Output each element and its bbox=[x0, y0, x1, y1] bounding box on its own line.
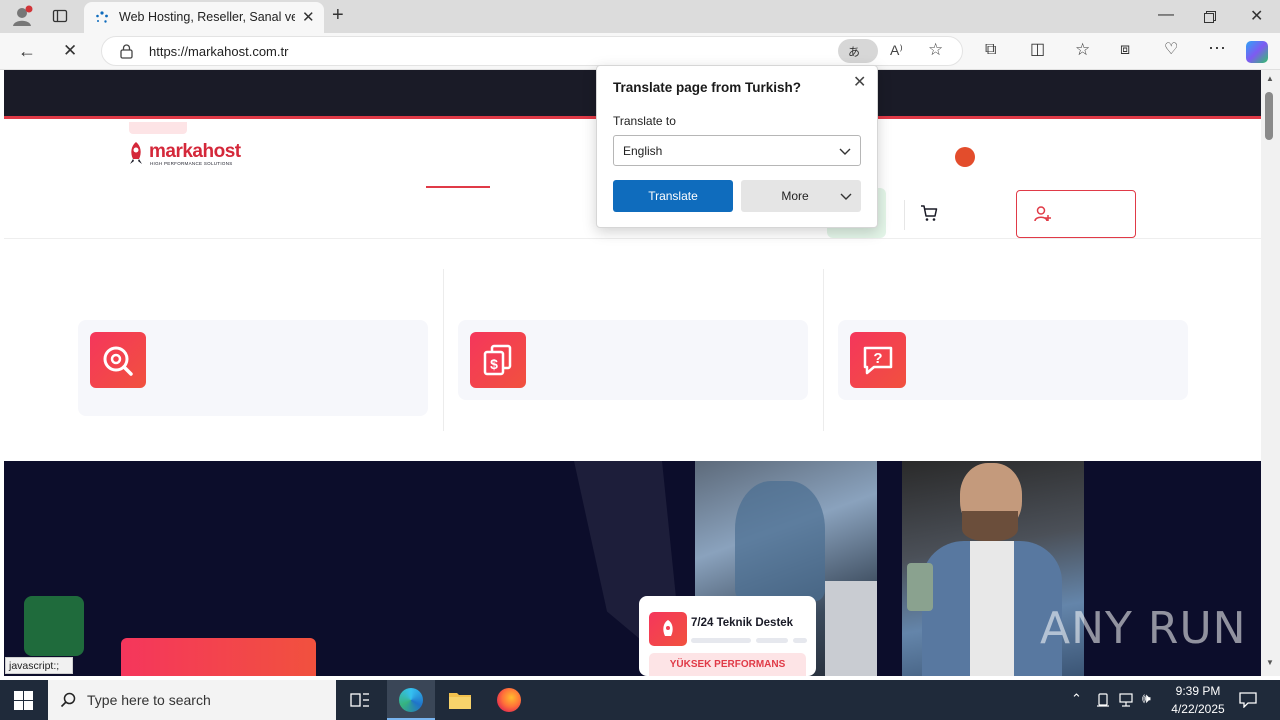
feature-card-pricing[interactable]: $ bbox=[458, 320, 808, 400]
pricing-document-icon: $ bbox=[470, 332, 526, 388]
tab-close-icon[interactable]: ✕ bbox=[302, 8, 315, 26]
stop-loading-icon[interactable]: ✕ bbox=[63, 42, 77, 59]
hero-section: 7/24 Teknik Destek YÜKSEK PERFORMANS ANY… bbox=[4, 461, 1261, 676]
tab-actions-icon[interactable] bbox=[52, 8, 68, 24]
back-icon[interactable]: ← bbox=[18, 42, 36, 60]
translate-to-label: Translate to bbox=[613, 114, 676, 128]
chevron-down-icon bbox=[839, 190, 853, 202]
svg-text:$: $ bbox=[490, 356, 498, 372]
page-scrollbar[interactable]: ▲ ▼ bbox=[1261, 70, 1280, 676]
translate-button[interactable]: Translate bbox=[613, 180, 733, 212]
firefox-icon[interactable] bbox=[497, 688, 521, 712]
search-icon bbox=[60, 692, 76, 708]
cart-icon[interactable] bbox=[920, 204, 938, 222]
notifications-icon[interactable] bbox=[1239, 692, 1257, 709]
clock-date[interactable]: 4/22/2025 bbox=[1166, 702, 1230, 716]
register-button[interactable] bbox=[1016, 190, 1136, 238]
split-screen-icon[interactable]: ◫ bbox=[1030, 42, 1045, 58]
hero-card-title: 7/24 Teknik Destek bbox=[691, 617, 794, 629]
language-select[interactable]: English bbox=[613, 135, 861, 166]
new-tab-icon[interactable]: + bbox=[332, 4, 344, 27]
scroll-thumb[interactable] bbox=[1265, 92, 1273, 140]
tray-device-icon[interactable] bbox=[1096, 693, 1110, 707]
anyrun-watermark: ANY RUN bbox=[1040, 603, 1247, 654]
hero-cta-button[interactable] bbox=[121, 638, 316, 676]
whatsapp-button[interactable] bbox=[24, 596, 84, 656]
site-logo[interactable]: markahost HIGH PERFORMANCE SOLUTIONS bbox=[125, 139, 250, 169]
support-rocket-icon bbox=[649, 612, 687, 646]
feature-card-support[interactable]: ? bbox=[838, 320, 1188, 400]
rocket-logo-icon bbox=[125, 141, 147, 165]
read-aloud-icon[interactable]: A⁾ bbox=[890, 42, 903, 59]
url-text: https://markahost.com.tr bbox=[149, 44, 289, 59]
translate-icon[interactable]: あ bbox=[838, 39, 878, 63]
nav-divider bbox=[904, 200, 905, 230]
hero-support-card: 7/24 Teknik Destek YÜKSEK PERFORMANS bbox=[639, 596, 816, 676]
domain-search-icon bbox=[90, 332, 146, 388]
add-favorite-icon[interactable]: ☆ bbox=[928, 40, 943, 60]
feature-card-domain[interactable] bbox=[78, 320, 428, 416]
clock-time[interactable]: 9:39 PM bbox=[1166, 684, 1230, 698]
logo-name: markahost bbox=[149, 141, 241, 162]
windows-taskbar: Type here to search ⌃ 🕪 9:39 PM 4/22/202… bbox=[0, 680, 1280, 720]
language-flag-icon[interactable] bbox=[955, 147, 975, 167]
chevron-down-icon bbox=[838, 145, 852, 157]
browser-essentials-icon[interactable]: ♡ bbox=[1164, 42, 1178, 58]
lock-icon[interactable] bbox=[120, 44, 133, 59]
header-pill bbox=[129, 122, 187, 134]
translate-title: Translate page from Turkish? bbox=[613, 80, 802, 95]
search-placeholder: Type here to search bbox=[87, 692, 211, 708]
more-options-icon[interactable]: ⋯ bbox=[1208, 39, 1226, 57]
volume-icon[interactable]: 🕪 bbox=[1142, 690, 1151, 707]
close-window-icon[interactable]: ✕ bbox=[1250, 6, 1263, 26]
file-explorer-icon[interactable] bbox=[448, 690, 472, 710]
task-view-icon[interactable] bbox=[350, 691, 370, 709]
restore-icon[interactable] bbox=[1204, 10, 1216, 23]
extensions-icon[interactable]: ⧉ bbox=[985, 42, 996, 58]
tab-active[interactable]: Web Hosting, Reseller, Sanal ve F ✕ bbox=[84, 2, 324, 33]
language-value: English bbox=[623, 144, 663, 158]
support-question-icon: ? bbox=[850, 332, 906, 388]
collections-icon[interactable]: ⧈ bbox=[1120, 42, 1130, 58]
add-user-icon bbox=[1034, 205, 1052, 223]
tab-bar: Web Hosting, Reseller, Sanal ve F ✕ + — … bbox=[0, 0, 1280, 33]
logo-tagline: HIGH PERFORMANCE SOLUTIONS bbox=[150, 161, 233, 166]
status-bar: javascript:; bbox=[5, 657, 73, 674]
feature-divider bbox=[443, 269, 444, 431]
active-nav-underline bbox=[426, 186, 490, 188]
hero-performance-badge: YÜKSEK PERFORMANS bbox=[649, 653, 806, 676]
favorites-icon[interactable]: ☆ bbox=[1075, 41, 1090, 58]
profile-icon[interactable] bbox=[11, 5, 33, 27]
translate-popup: Translate page from Turkish? ✕ Translate… bbox=[596, 65, 878, 228]
minimize-icon[interactable]: — bbox=[1158, 6, 1174, 24]
address-bar[interactable]: https://markahost.com.tr あ A⁾ ☆ bbox=[101, 36, 963, 66]
windows-start-icon[interactable] bbox=[14, 691, 33, 710]
tab-title: Web Hosting, Reseller, Sanal ve F bbox=[119, 10, 295, 24]
translate-close-icon[interactable]: ✕ bbox=[853, 72, 866, 92]
scroll-up-icon[interactable]: ▲ bbox=[1266, 74, 1274, 83]
more-button[interactable]: More bbox=[741, 180, 861, 212]
tray-chevron-up-icon[interactable]: ⌃ bbox=[1071, 691, 1082, 707]
edge-icon bbox=[399, 688, 423, 712]
scroll-down-icon[interactable]: ▼ bbox=[1266, 658, 1274, 667]
feature-divider bbox=[823, 269, 824, 431]
loading-spinner-icon bbox=[94, 10, 110, 26]
network-icon[interactable] bbox=[1119, 693, 1135, 707]
svg-text:?: ? bbox=[873, 350, 882, 367]
taskbar-search-box[interactable]: Type here to search bbox=[48, 680, 336, 720]
edge-taskbar-button[interactable] bbox=[387, 680, 435, 720]
copilot-icon[interactable] bbox=[1246, 41, 1268, 63]
